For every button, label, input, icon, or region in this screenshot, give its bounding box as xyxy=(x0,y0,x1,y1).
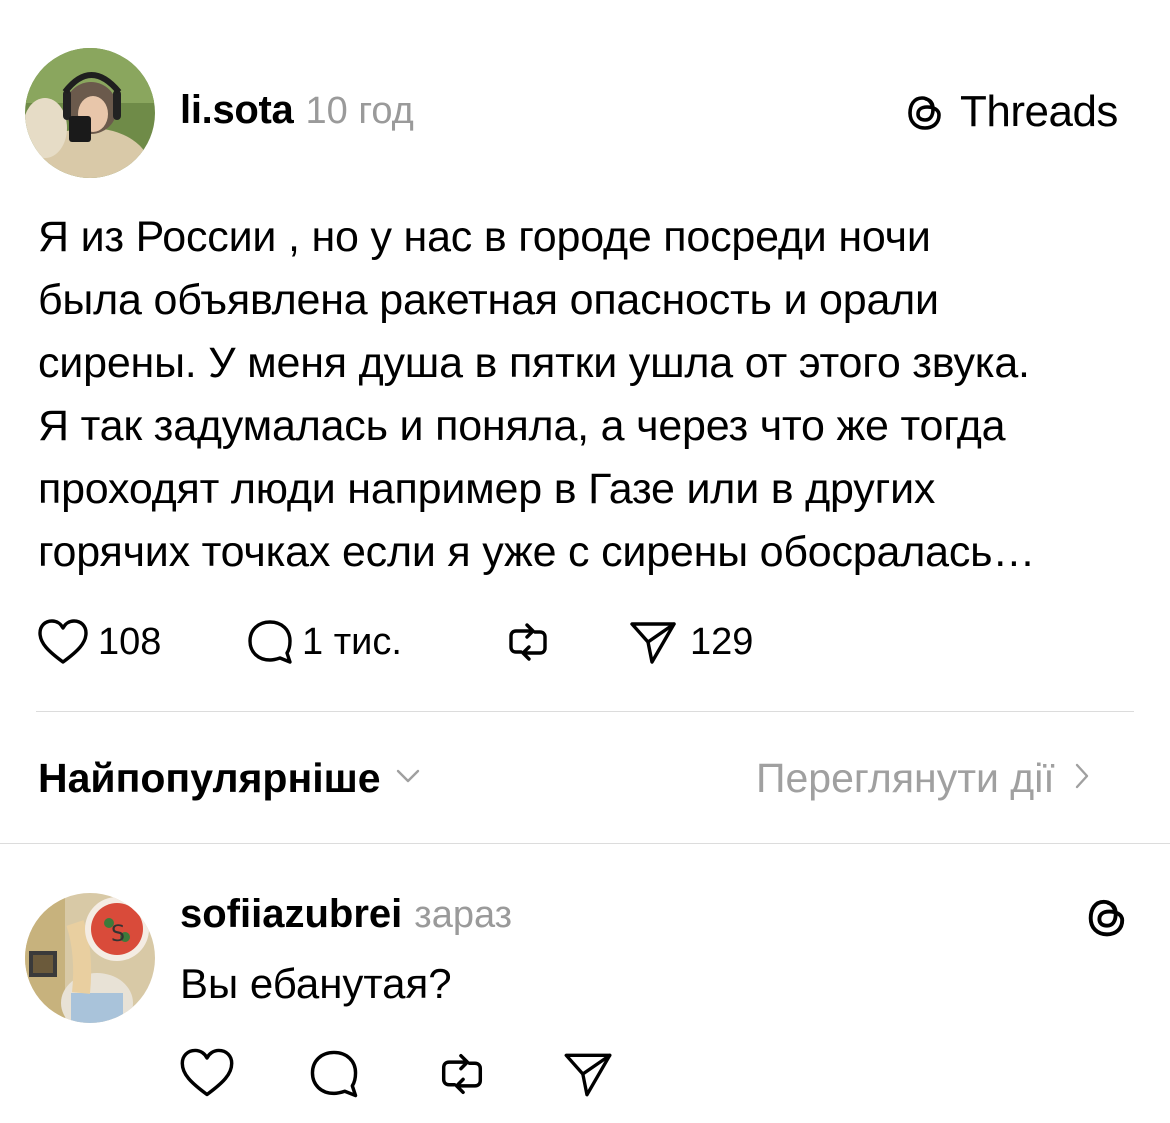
sort-label: Найпопулярніше xyxy=(38,754,381,801)
reply-header-meta: sofiiazubrei зараз xyxy=(180,892,512,938)
reply-author-name[interactable]: sofiiazubrei xyxy=(180,892,402,937)
post-text-line: проходят люди например в Газе или в друг… xyxy=(38,465,936,513)
author-avatar[interactable] xyxy=(25,48,155,178)
view-activity-link[interactable]: Переглянути дії xyxy=(756,752,1091,804)
chevron-right-icon xyxy=(1073,761,1091,796)
reply-text: Вы ебанутая? xyxy=(180,960,452,1007)
post-text-line: сирены. У меня душа в пятки ушла от этог… xyxy=(38,339,1030,387)
post-body: Я из России , но у нас в городе посреди … xyxy=(38,206,1138,584)
speech-bubble-icon xyxy=(244,616,296,668)
repost-icon xyxy=(502,616,554,668)
post-text-line: Я из России , но у нас в городе посреди … xyxy=(38,213,931,261)
reply-comment-button[interactable] xyxy=(306,1046,362,1102)
like-count: 108 xyxy=(98,620,162,663)
share-button[interactable]: 129 xyxy=(626,614,753,670)
heart-icon xyxy=(36,617,90,667)
reply-actions xyxy=(178,1046,618,1102)
reply-like-button[interactable] xyxy=(178,1046,236,1100)
share-count: 129 xyxy=(690,620,754,663)
chevron-down-icon xyxy=(395,766,421,791)
reply-repost-button[interactable] xyxy=(434,1046,490,1102)
reply-timestamp: зараз xyxy=(414,894,513,936)
post-text-line: горячих точках если я уже с сирены обоср… xyxy=(38,528,1036,576)
post-divider xyxy=(36,711,1134,712)
post-timestamp: 10 год xyxy=(305,90,414,132)
post-text-line: была объявлена ракетная опасность и орал… xyxy=(38,276,939,324)
post-text-line: Я так задумалась и поняла, а через что ж… xyxy=(38,402,1006,450)
reply-share-button[interactable] xyxy=(560,1046,616,1102)
reply-count: 1 тис. xyxy=(302,620,402,663)
paper-plane-icon xyxy=(626,616,680,668)
reply-author-avatar[interactable]: S xyxy=(25,893,155,1023)
repost-button[interactable] xyxy=(502,614,554,670)
like-button[interactable]: 108 xyxy=(36,614,161,670)
section-divider xyxy=(0,843,1170,844)
threads-logo-icon xyxy=(902,89,948,135)
reply-button[interactable]: 1 тис. xyxy=(244,614,402,670)
author-name[interactable]: li.sota xyxy=(180,88,294,133)
threads-logo-icon[interactable] xyxy=(1082,892,1132,942)
svg-text:S: S xyxy=(111,922,125,947)
sort-dropdown[interactable]: Найпопулярніше xyxy=(38,752,421,804)
view-activity-label: Переглянути дії xyxy=(756,754,1055,801)
post-header-meta: li.sota 10 год xyxy=(180,88,414,134)
post-actions: 108 1 тис. 129 xyxy=(36,614,796,670)
threads-brand: Threads xyxy=(902,86,1118,138)
threads-label: Threads xyxy=(960,87,1118,136)
